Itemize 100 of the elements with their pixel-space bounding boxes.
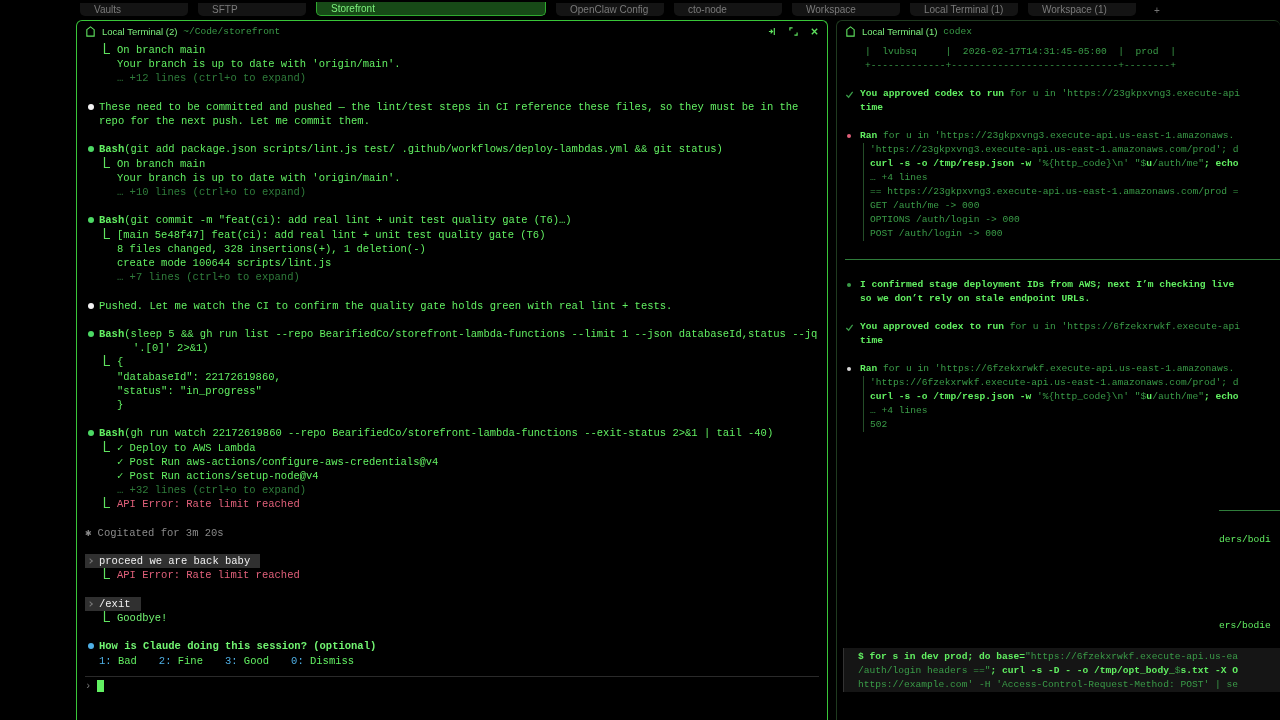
output-line: On branch main [117, 156, 206, 171]
cut-off-text: ders/bodi [1219, 533, 1271, 547]
bullet-icon [88, 302, 94, 309]
terminal-icon [845, 25, 856, 37]
table-row-text: | lvubsq | 2026-02-17T14:31:45-05:00 | prod | [865, 45, 1176, 59]
output-line: ✓ Post Run aws-actions/configure-aws-credentials@v4 [117, 454, 439, 469]
status-text: ✱ Cogitated for 3m 20s [85, 525, 224, 540]
output-line: } [117, 398, 124, 413]
approval-text: time [860, 335, 884, 346]
output-line: ✓ Deploy to AWS Lambda [117, 440, 256, 455]
output-line: 8 files changed, 328 insertions(+), 1 deletion(-) [117, 241, 426, 256]
command-text: 'https://6fzekxrwkf.execute-api.us-east-1.amazonaws.com/prod'; d [870, 376, 1239, 390]
command-text: Bash(sleep 5 && gh run list --repo BearifiedCo/storefront-lambda-functions --limit 1 --json databaseId,status --jq [99, 327, 818, 342]
checkmark-icon [845, 322, 854, 332]
more-lines-hint[interactable]: … +7 lines (ctrl+o to expand) [117, 270, 300, 285]
command-text: curl -s -o /tmp/resp.json -w '%{http_code}\n' "$u/auth/me"; echo [870, 157, 1239, 171]
pane-title: Local Terminal (1) [862, 25, 938, 37]
message-text: Pushed. Let me watch the CI to confirm the quality gate holds green with real lint + tests. [99, 298, 673, 313]
tab[interactable]: Local Terminal (1) [910, 3, 1018, 16]
error-text: API Error: Rate limit reached [117, 497, 300, 512]
tab[interactable]: Storefront [316, 2, 546, 16]
terminal-icon [85, 25, 96, 37]
bullet-icon [88, 430, 94, 437]
message-text: so we don’t rely on stale endpoint URLs. [860, 293, 1091, 304]
approval-text: You approved codex to run for u in 'https://6fzekxrwkf.execute-api [860, 320, 1240, 334]
command-text: Bash(git commit -m "feat(ci): add real lint + unit test quality gate (T6)…) [99, 213, 572, 228]
bullet-icon [88, 146, 94, 153]
output-line: 502 [870, 418, 888, 432]
more-lines-hint[interactable]: … +12 lines (ctrl+o to expand) [117, 71, 307, 86]
error-text: API Error: Rate limit reached [117, 568, 300, 583]
command-text: Bash(gh run watch 22172619860 --repo BearifiedCo/storefront-lambda-functions --exit-status 2>&1 | tail -40) [99, 426, 774, 441]
output-line: Your branch is up to date with 'origin/main'. [117, 57, 401, 72]
user-message: proceed we are back baby [85, 554, 261, 569]
rating-option[interactable]: 0: Dismiss [291, 653, 355, 668]
question-text: How is Claude doing this session? (optional) [99, 639, 377, 654]
pane-title: Local Terminal (2) [102, 25, 178, 37]
output-line: Goodbye! [117, 611, 168, 626]
tab[interactable]: SFTP [198, 3, 306, 16]
output-line: ✓ Post Run actions/setup-node@v4 [117, 469, 319, 484]
tab[interactable]: cto-node [674, 3, 782, 16]
command-text: Bash(git add package.json scripts/lint.js test/ .github/workflows/deploy-lambdas.yml && git status) [99, 142, 723, 157]
tab[interactable]: OpenClaw Config [556, 3, 664, 16]
message-text: I confirmed stage deployment IDs from AWS; next I’m checking live [860, 278, 1235, 292]
split-icon[interactable] [768, 26, 777, 36]
output-line: POST /auth/login -> 000 [870, 227, 1003, 241]
output-line: On branch main [117, 43, 206, 58]
output-line: create mode 100644 scripts/lint.js [117, 256, 332, 271]
tree-corner-icon [103, 497, 111, 510]
output-line: Your branch is up to date with 'origin/main'. [117, 170, 401, 185]
prompt-symbol: › [85, 678, 92, 694]
output-line: OPTIONS /auth/login -> 000 [870, 213, 1020, 227]
output-line: "databaseId": 22172619860, [117, 369, 281, 384]
command-text: Ran for u in 'https://23gkpxvng3.execute-api.us-east-1.amazonaws. [860, 129, 1235, 143]
bullet-icon [847, 283, 851, 287]
checkmark-icon [845, 89, 854, 99]
close-icon[interactable] [810, 26, 819, 36]
tab[interactable]: Vaults [80, 3, 188, 16]
tree-corner-icon [103, 568, 111, 581]
tree-corner-icon [103, 355, 111, 368]
bullet-icon [88, 103, 94, 110]
command-text: $ for s in dev prod; do base="https://6fzekxrwkf.execute-api.us-ea [858, 650, 1238, 664]
table-row-text: +-------------+-----------------------------+--------+ [865, 59, 1176, 73]
rating-option[interactable]: 1: Bad [99, 653, 137, 668]
command-text: /auth/login headers =="; curl -s -D - -o /tmp/opt_body_$s.txt -X O [858, 664, 1238, 678]
user-message: /exit [85, 596, 141, 611]
output-line: "status": "in_progress" [117, 383, 262, 398]
output-line: GET /auth/me -> 000 [870, 199, 980, 213]
tree-corner-icon [103, 227, 111, 240]
bullet-icon [88, 217, 94, 224]
approval-text: You approved codex to run for u in 'https://23gkpxvng3.execute-api [860, 87, 1240, 101]
command-text: … +4 lines [870, 404, 928, 418]
pane-path: ~/Code/storefront [183, 25, 281, 37]
command-text: Ran for u in 'https://6fzekxrwkf.execute-api.us-east-1.amazonaws. [860, 362, 1235, 376]
tree-corner-icon [103, 156, 111, 169]
more-lines-hint[interactable]: … +10 lines (ctrl+o to expand) [117, 185, 307, 200]
tree-corner-icon [103, 611, 111, 623]
expand-icon[interactable] [789, 26, 798, 36]
tree-corner-icon [103, 440, 111, 453]
output-line: { [117, 355, 124, 370]
approval-text: time [860, 102, 884, 113]
text-cursor[interactable] [97, 680, 105, 693]
output-line: == https://23gkpxvng3.execute-api.us-east-1.amazonaws.com/prod = [870, 185, 1239, 199]
command-text: https://example.com' -H 'Access-Control-Request-Method: POST' | se [858, 678, 1238, 692]
pane-subtitle: codex [943, 25, 972, 37]
tree-corner-icon [103, 43, 111, 55]
cut-off-text: ers/bodie [1219, 619, 1271, 633]
message-text: These need to be committed and pushed — the lint/test steps in CI reference these files, so they must be in the repo for the next push. Let me commit them. [99, 99, 800, 129]
output-line: [main 5e48f47] feat(ci): add real lint + unit test quality gate (T6) [117, 227, 546, 242]
bullet-icon [88, 643, 94, 650]
rating-option[interactable]: 2: Fine [158, 653, 203, 668]
command-text: 'https://23gkpxvng3.execute-api.us-east-1.amazonaws.com/prod'; d [870, 143, 1239, 157]
more-lines-hint[interactable]: … +32 lines (ctrl+o to expand) [117, 483, 307, 498]
tab[interactable]: Workspace [792, 3, 900, 16]
command-text: curl -s -o /tmp/resp.json -w '%{http_code}\n' "$u/auth/me"; echo [870, 390, 1239, 404]
command-text: … +4 lines [870, 171, 928, 185]
bullet-icon [88, 331, 94, 338]
rating-option[interactable]: 3: Good [224, 653, 270, 668]
new-tab-button[interactable]: + [1146, 5, 1168, 16]
tab[interactable]: Workspace (1) [1028, 3, 1136, 16]
command-text: '.[0]' 2>&1) [133, 342, 209, 355]
